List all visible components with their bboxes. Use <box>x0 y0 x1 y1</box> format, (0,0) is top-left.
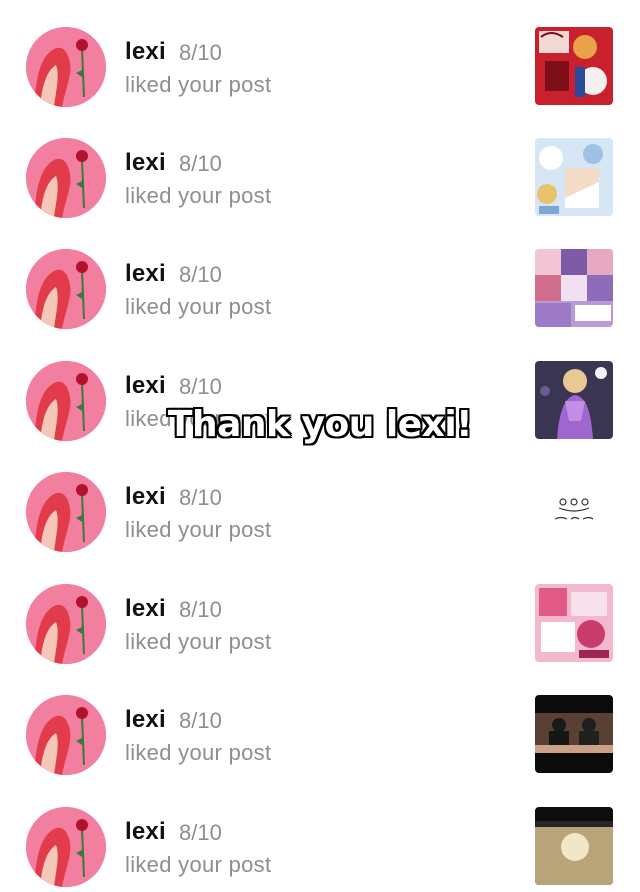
score-label: 8/10 <box>179 262 222 287</box>
activity-text: liked your post <box>125 294 272 319</box>
score-label: 8/10 <box>179 820 222 845</box>
username[interactable]: lexi <box>125 818 166 846</box>
notification-row[interactable]: lexi 8/10 liked your post <box>0 0 640 112</box>
post-thumbnail[interactable] <box>535 27 613 105</box>
score-label: 8/10 <box>179 374 222 399</box>
activity-text: liked your post <box>125 740 272 765</box>
post-thumbnail[interactable] <box>535 807 613 885</box>
score-label: 8/10 <box>179 40 222 65</box>
notification-row[interactable]: lexi 8/10 liked your post <box>0 557 640 669</box>
post-thumbnail[interactable] <box>535 249 613 327</box>
avatar[interactable] <box>26 472 106 552</box>
activity-text: liked your post <box>125 183 272 208</box>
avatar[interactable] <box>26 807 106 887</box>
score-label: 8/10 <box>179 708 222 733</box>
avatar[interactable] <box>26 27 106 107</box>
score-label: 8/10 <box>179 597 222 622</box>
avatar[interactable] <box>26 249 106 329</box>
score-label: 8/10 <box>179 485 222 510</box>
username[interactable]: lexi <box>125 595 166 623</box>
activity-text: liked your post <box>125 852 272 877</box>
notification-row[interactable]: lexi 8/10 liked your post <box>0 111 640 223</box>
notification-row[interactable]: lexi 8/10 liked your post <box>0 780 640 892</box>
username[interactable]: lexi <box>125 483 166 511</box>
notification-row[interactable]: lexi 8/10 liked your post <box>0 222 640 334</box>
notification-row[interactable]: lexi 8/10 liked your post <box>0 445 640 557</box>
username[interactable]: lexi <box>125 706 166 734</box>
username[interactable]: lexi <box>125 149 166 177</box>
avatar[interactable] <box>26 695 106 775</box>
notification-row[interactable]: lexi 8/10 liked your post <box>0 668 640 780</box>
post-thumbnail[interactable] <box>535 138 613 216</box>
post-thumbnail[interactable] <box>535 695 613 773</box>
username[interactable]: lexi <box>125 38 166 66</box>
post-thumbnail[interactable] <box>535 584 613 662</box>
post-thumbnail[interactable] <box>535 472 613 550</box>
activity-text: liked your post <box>125 629 272 654</box>
activity-text: liked your post <box>125 517 272 542</box>
video-caption-overlay: Thank you lexi! <box>167 404 473 445</box>
username[interactable]: lexi <box>125 260 166 288</box>
activity-text: liked your post <box>125 72 272 97</box>
avatar[interactable] <box>26 584 106 664</box>
username[interactable]: lexi <box>125 372 166 400</box>
score-label: 8/10 <box>179 151 222 176</box>
avatar[interactable] <box>26 138 106 218</box>
